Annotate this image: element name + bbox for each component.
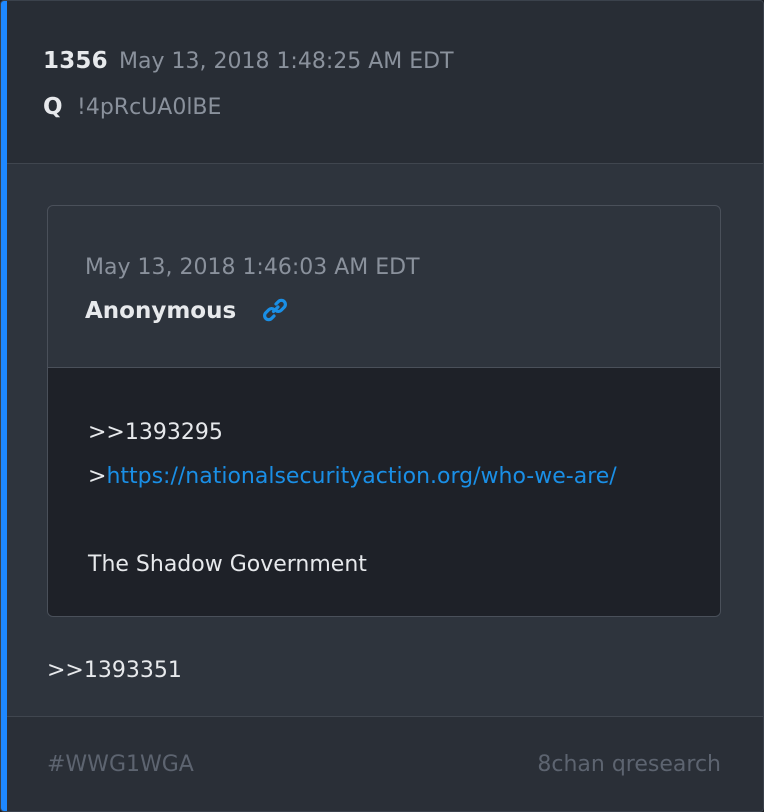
quoted-post-body: >>1393295 >https://nationalsecurityactio… [48,368,720,616]
link-icon[interactable] [260,295,290,325]
quoted-reply-ref[interactable]: >>1393295 [88,420,223,445]
post-tripcode: !4pRcUA0lBE [77,95,222,120]
quoted-author: Anonymous [85,298,237,324]
external-link[interactable]: https://nationalsecurityaction.org/who-w… [106,464,616,489]
post-timestamp: May 13, 2018 1:48:25 AM EDT [119,49,454,74]
quoted-link-line: >https://nationalsecurityaction.org/who-… [88,464,617,489]
greentext-marker: > [88,464,107,489]
post-header: 1356 May 13, 2018 1:48:25 AM EDT Q !4pRc… [7,1,763,164]
quoted-timestamp: May 13, 2018 1:46:03 AM EDT [85,255,420,280]
post-card: 1356 May 13, 2018 1:48:25 AM EDT Q !4pRc… [0,0,764,812]
quoted-text: The Shadow Government [88,552,367,577]
quoted-post: May 13, 2018 1:46:03 AM EDT Anonymous >>… [47,205,721,617]
quoted-post-header: May 13, 2018 1:46:03 AM EDT Anonymous [48,206,720,368]
reply-ref-link[interactable]: >>1393351 [47,658,182,683]
post-number[interactable]: 1356 [43,48,108,74]
hashtag: #WWG1WGA [47,752,194,777]
source-label: 8chan qresearch [537,752,721,777]
post-author: Q [43,94,63,120]
post-footer: #WWG1WGA 8chan qresearch [7,716,763,811]
